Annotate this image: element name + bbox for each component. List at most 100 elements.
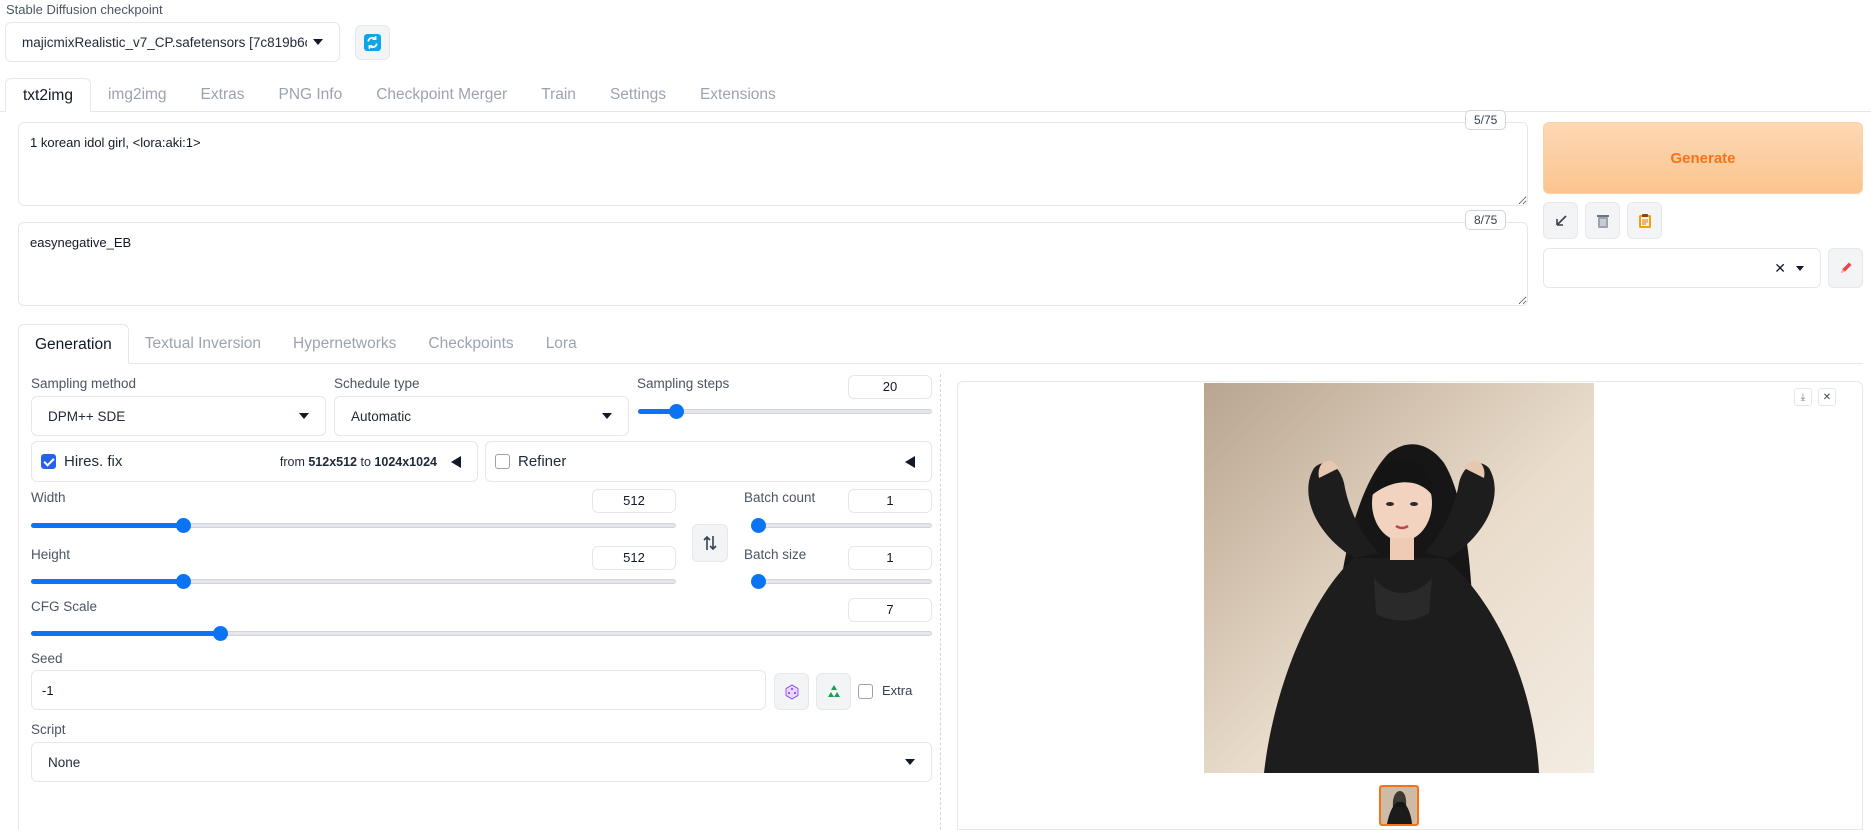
- download-icon[interactable]: ⤓: [1794, 388, 1812, 406]
- width-label: Width: [31, 490, 66, 505]
- cfg-scale-input[interactable]: 7: [848, 598, 932, 622]
- hires-fix-label: Hires. fix: [64, 453, 123, 470]
- refiner-panel[interactable]: Refiner: [485, 441, 932, 482]
- script-value: None: [48, 754, 81, 770]
- batch-count-slider[interactable]: [751, 515, 932, 535]
- sampling-method-dropdown[interactable]: DPM++ SDE: [31, 396, 326, 436]
- negative-token-counter: 8/75: [1465, 210, 1507, 230]
- refiner-label: Refiner: [518, 453, 567, 470]
- tab-extras[interactable]: Extras: [184, 78, 262, 112]
- schedule-type-dropdown[interactable]: Automatic: [334, 396, 629, 436]
- slider-knob[interactable]: [213, 626, 228, 641]
- cfg-scale-slider[interactable]: [31, 623, 932, 643]
- generate-label: Generate: [1670, 149, 1736, 167]
- tab-generation[interactable]: Generation: [18, 324, 129, 364]
- script-label: Script: [31, 722, 66, 737]
- dice-icon: [785, 684, 798, 699]
- hires-from-value: 512x512: [308, 454, 358, 469]
- batch-size-input[interactable]: 1: [848, 546, 932, 570]
- slider-knob[interactable]: [751, 574, 766, 589]
- top-tab-bar: txt2img img2img Extras PNG Info Checkpoi…: [5, 78, 793, 112]
- width-input[interactable]: 512: [592, 489, 676, 513]
- refresh-checkpoint-button[interactable]: [355, 25, 390, 60]
- schedule-type-label: Schedule type: [334, 376, 420, 391]
- generated-image[interactable]: [1204, 383, 1594, 773]
- positive-prompt-input[interactable]: [18, 122, 1528, 206]
- slider-knob[interactable]: [669, 404, 684, 419]
- batch-size-slider[interactable]: [751, 571, 932, 591]
- collapse-triangle-icon[interactable]: [905, 455, 915, 468]
- random-seed-button[interactable]: [774, 673, 809, 710]
- slider-track: [751, 579, 932, 584]
- tab-settings[interactable]: Settings: [593, 78, 683, 112]
- sampling-method-label: Sampling method: [31, 376, 137, 391]
- tab-img2img[interactable]: img2img: [91, 78, 184, 112]
- recycle-icon: [827, 684, 840, 697]
- sampling-method-value: DPM++ SDE: [48, 408, 126, 424]
- slider-knob[interactable]: [176, 518, 191, 533]
- slider-knob[interactable]: [751, 518, 766, 533]
- extra-seed-checkbox[interactable]: [858, 684, 873, 699]
- styles-dropdown[interactable]: ✕: [1543, 248, 1821, 288]
- height-label: Height: [31, 547, 71, 562]
- hires-fix-panel[interactable]: Hires. fix from 512x512 to 1024x1024: [31, 441, 478, 482]
- panel-left-border: [18, 363, 19, 830]
- chevron-down-icon: [313, 39, 323, 45]
- tab-textual-inversion[interactable]: Textual Inversion: [129, 324, 277, 364]
- seed-input[interactable]: [31, 670, 766, 710]
- hires-to-value: 1024x1024: [374, 454, 437, 469]
- edit-styles-button[interactable]: [1828, 248, 1863, 288]
- slider-fill: [31, 523, 183, 528]
- reuse-seed-button[interactable]: [816, 673, 851, 710]
- swap-dimensions-button[interactable]: [692, 524, 728, 562]
- height-input[interactable]: 512: [592, 546, 676, 570]
- height-slider[interactable]: [31, 571, 676, 591]
- positive-token-counter: 5/75: [1465, 110, 1507, 130]
- cfg-scale-label: CFG Scale: [31, 599, 98, 614]
- slider-track: [751, 523, 932, 528]
- batch-count-label: Batch count: [744, 490, 816, 505]
- collapse-triangle-icon[interactable]: [451, 455, 461, 468]
- panel-separator: [940, 374, 941, 830]
- gallery-thumbnail[interactable]: [1379, 785, 1419, 826]
- sub-tab-bar: Generation Textual Inversion Hypernetwor…: [18, 324, 593, 364]
- checkpoint-value: majicmixRealistic_v7_CP.safetensors [7c8…: [22, 34, 307, 50]
- hires-fix-checkbox[interactable]: [41, 454, 56, 469]
- negative-prompt-input[interactable]: [18, 222, 1528, 306]
- read-generation-params-button[interactable]: [1543, 202, 1578, 239]
- batch-count-input[interactable]: 1: [848, 489, 932, 513]
- width-slider[interactable]: [31, 515, 676, 535]
- checkpoint-dropdown[interactable]: majicmixRealistic_v7_CP.safetensors [7c8…: [5, 22, 340, 62]
- extra-seed-label: Extra: [882, 683, 913, 698]
- tab-hypernetworks[interactable]: Hypernetworks: [277, 324, 412, 364]
- hires-from-prefix: from: [279, 454, 305, 469]
- tab-extensions[interactable]: Extensions: [683, 78, 793, 112]
- checkpoint-label: Stable Diffusion checkpoint: [6, 2, 163, 17]
- batch-size-label: Batch size: [744, 547, 807, 562]
- sampling-steps-slider[interactable]: [638, 401, 932, 421]
- tab-checkpoint-merger[interactable]: Checkpoint Merger: [359, 78, 524, 112]
- chevron-down-icon: [602, 413, 612, 419]
- slider-knob[interactable]: [176, 574, 191, 589]
- generate-button[interactable]: Generate: [1543, 122, 1863, 194]
- script-dropdown[interactable]: None: [31, 742, 932, 782]
- refresh-icon: [364, 34, 381, 51]
- close-icon[interactable]: ✕: [1818, 388, 1836, 406]
- clear-prompt-button[interactable]: [1585, 202, 1620, 239]
- seed-label: Seed: [31, 651, 63, 666]
- clipboard-icon: [1638, 213, 1651, 228]
- clear-x-icon[interactable]: ✕: [1774, 260, 1786, 277]
- tab-lora[interactable]: Lora: [530, 324, 593, 364]
- pencil-icon: [1840, 262, 1851, 273]
- tab-txt2img[interactable]: txt2img: [5, 78, 91, 112]
- slider-fill: [31, 631, 220, 636]
- sampling-steps-input[interactable]: 20: [848, 375, 932, 399]
- refiner-checkbox[interactable]: [495, 454, 510, 469]
- hires-to-prefix: to: [360, 454, 371, 469]
- tab-checkpoints[interactable]: Checkpoints: [412, 324, 529, 364]
- tab-png-info[interactable]: PNG Info: [261, 78, 359, 112]
- tab-train[interactable]: Train: [524, 78, 593, 112]
- paste-prompt-button[interactable]: [1627, 202, 1662, 239]
- arrow-read-icon: [1555, 214, 1567, 226]
- trash-icon: [1596, 214, 1609, 228]
